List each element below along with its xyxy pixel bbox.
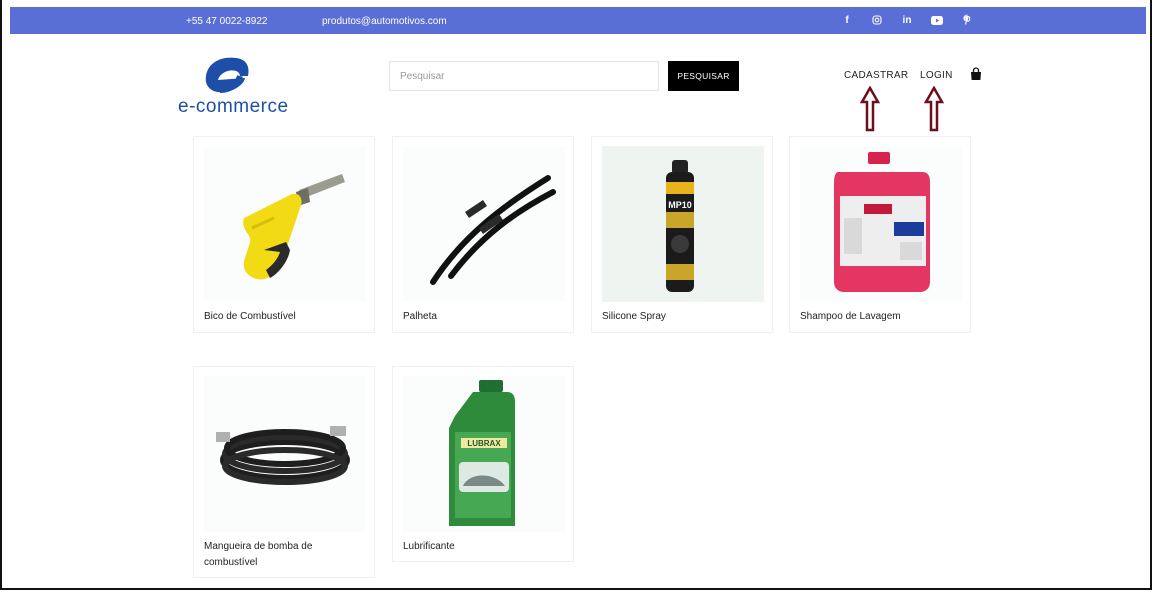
product-image[interactable] bbox=[204, 146, 366, 302]
phone-number: +55 47 0022-8922 bbox=[186, 16, 268, 27]
product-name[interactable]: Bico de Combustível bbox=[204, 309, 364, 325]
svg-text:LUBRAX: LUBRAX bbox=[467, 439, 501, 448]
brand-name: e-commerce bbox=[178, 96, 289, 117]
product-card[interactable]: MP10 Silicone Spray bbox=[591, 136, 773, 333]
shopping-bag-icon[interactable] bbox=[970, 67, 982, 81]
product-image[interactable] bbox=[204, 376, 366, 532]
linkedin-icon[interactable]: in bbox=[900, 13, 914, 27]
arrow-up-icon bbox=[860, 86, 880, 132]
product-image[interactable] bbox=[800, 146, 962, 302]
product-card[interactable]: Palheta bbox=[392, 136, 574, 333]
product-image[interactable] bbox=[403, 146, 565, 302]
svg-text:MP10: MP10 bbox=[668, 200, 692, 210]
product-card[interactable]: Shampoo de Lavagem bbox=[789, 136, 971, 333]
search-input[interactable] bbox=[389, 61, 659, 91]
product-name[interactable]: Palheta bbox=[403, 309, 563, 325]
pinterest-icon[interactable] bbox=[960, 13, 974, 27]
top-contact-bar: +55 47 0022-8922 produtos@automotivos.co… bbox=[10, 7, 1146, 34]
login-link[interactable]: LOGIN bbox=[920, 70, 953, 81]
product-name[interactable]: Lubrificante bbox=[403, 539, 563, 555]
email-link[interactable]: produtos@automotivos.com bbox=[322, 16, 447, 27]
arrow-up-icon bbox=[924, 86, 944, 132]
facebook-icon[interactable]: f bbox=[840, 13, 854, 27]
product-image[interactable]: MP10 bbox=[602, 146, 764, 302]
register-link[interactable]: CADASTRAR bbox=[844, 70, 908, 81]
product-name[interactable]: Mangueira de bomba de combustível bbox=[204, 539, 364, 571]
product-card[interactable]: LUBRAX Lubrificante bbox=[392, 366, 574, 562]
product-name[interactable]: Silicone Spray bbox=[602, 309, 762, 325]
social-links: f in bbox=[840, 13, 974, 27]
product-card[interactable]: Mangueira de bomba de combustível bbox=[193, 366, 375, 578]
product-name[interactable]: Shampoo de Lavagem bbox=[800, 309, 960, 325]
youtube-icon[interactable] bbox=[930, 13, 944, 27]
instagram-icon[interactable] bbox=[870, 13, 884, 27]
product-image[interactable]: LUBRAX bbox=[403, 376, 565, 532]
product-card[interactable]: Bico de Combustível bbox=[193, 136, 375, 333]
search-button[interactable]: PESQUISAR bbox=[668, 61, 739, 91]
